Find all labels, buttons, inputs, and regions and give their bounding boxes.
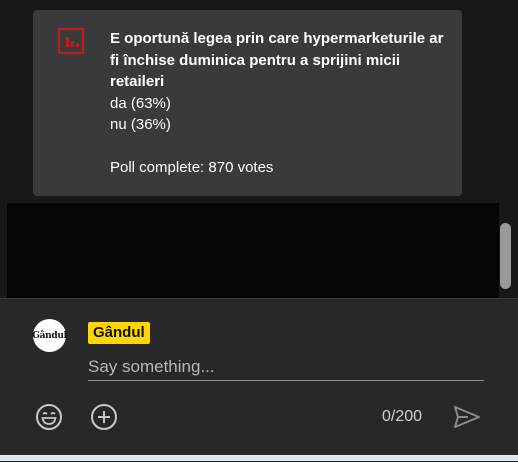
poll-content: E oportună legea prin care hypermarketur… [110, 28, 450, 178]
send-button[interactable] [452, 403, 482, 431]
send-icon [454, 406, 480, 428]
emoji-button[interactable] [34, 402, 64, 432]
character-counter: 0/200 [382, 408, 423, 425]
avatar: Gândul [32, 319, 67, 352]
poll-option-yes: da (63%) [110, 94, 171, 112]
add-button[interactable] [89, 402, 119, 432]
poll-option-no: nu (36%) [110, 116, 171, 133]
chat-input[interactable] [88, 354, 484, 381]
poll-question: E oportună legea prin care hypermarketur… [110, 30, 444, 90]
window-bottom-edge [0, 455, 518, 461]
scrollbar-thumb[interactable] [500, 223, 511, 289]
chat-message-area [7, 203, 499, 298]
poll-chart-icon [58, 28, 84, 54]
chat-feed: E oportună legea prin care hypermarketur… [0, 0, 518, 298]
emoji-icon [36, 404, 62, 430]
chat-composer: Gândul Gândul 0/200 [0, 298, 518, 462]
author-name-chip: Gândul [88, 322, 150, 344]
avatar-label: Gândul [32, 330, 67, 341]
plus-circle-icon [91, 404, 117, 430]
poll-card: E oportună legea prin care hypermarketur… [33, 10, 462, 196]
poll-status: Poll complete: 870 votes [110, 158, 274, 176]
